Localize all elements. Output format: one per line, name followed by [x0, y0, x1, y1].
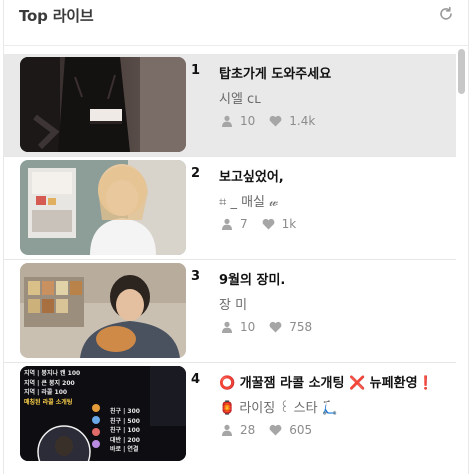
viewer-count: 7 [240, 217, 248, 231]
thumb-line: 지역 | 봉지나 캔 100 [24, 370, 81, 377]
thumb-line: 친구 | 500 [110, 417, 140, 425]
thumb-line: 지역 | 큰 봉지 200 [24, 379, 75, 387]
viewer-icon [221, 218, 233, 230]
stream-thumbnail[interactable] [20, 263, 186, 358]
list-item[interactable]: 3 9월의 장미. 장 미 10 758 [4, 260, 456, 363]
stream-stats: 10 1.4k [221, 113, 329, 129]
like-count: 605 [289, 423, 313, 437]
thumb-line: 친구 | 300 [110, 408, 140, 415]
scrollbar-thumb[interactable] [458, 49, 465, 94]
stream-title: ⭕ 개꿀잼 라콜 소개팅 ❌ 뉴페환영❗ [219, 376, 434, 391]
viewer-count: 10 [240, 320, 256, 334]
thumb-line: 바로 | 연결 [110, 446, 139, 453]
heart-icon [269, 424, 282, 436]
host-name: 시엘 ᴄʟ [219, 92, 261, 107]
stream-title: 탑초가게 도와주세요 [219, 67, 332, 82]
stream-thumbnail[interactable] [20, 57, 186, 152]
stream-stats: 7 1k [221, 216, 310, 232]
rank-number: 2 [191, 166, 201, 181]
thumb-line: 지역 | 라콜 100 [24, 389, 68, 396]
list-item[interactable]: 2 보고싶었어, ⌗ _ 매실 𝓌 7 1k [4, 157, 456, 260]
viewer-count: 28 [240, 423, 256, 437]
thumb-line: 친구 | 100 [110, 427, 140, 434]
rank-number: 1 [191, 63, 201, 78]
stream-stats: 28 605 [221, 422, 326, 438]
live-list: 1 탑초가게 도와주세요 시엘 ᴄʟ 10 1.4k 2 보고싶었어, ⌗ _ … [4, 54, 456, 466]
viewer-icon [221, 424, 233, 436]
thumbnail-menu-text: 지역 | 봉지나 캔 100 지역 | 큰 봉지 200 지역 | 라콜 100… [24, 369, 184, 455]
host-name: ⌗ _ 매실 𝓌 [219, 195, 279, 210]
like-count: 1.4k [289, 114, 316, 128]
panel-header: Top 라이브 [4, 0, 468, 46]
stream-thumbnail[interactable]: 지역 | 봉지나 캔 100 지역 | 큰 봉지 200 지역 | 라콜 100… [20, 366, 186, 461]
rank-number: 3 [191, 269, 201, 284]
heart-icon [262, 218, 275, 230]
top-live-panel: Top 라이브 1 탑초가게 도와주세요 시엘 ᴄʟ 10 1.4k 2 보고싶… [3, 0, 469, 474]
stream-title: 9월의 장미. [219, 273, 286, 288]
heart-icon [269, 115, 282, 127]
viewer-count: 10 [240, 114, 256, 128]
stream-stats: 10 758 [221, 319, 326, 335]
viewer-icon [221, 115, 233, 127]
rank-number: 4 [191, 372, 201, 387]
viewer-icon [221, 321, 233, 333]
heart-icon [269, 321, 282, 333]
scrollbar[interactable] [457, 46, 466, 474]
thumb-line: 대반 | 200 [110, 436, 140, 444]
like-count: 758 [289, 320, 313, 334]
thumb-line: 매칭된 라콜 소개팅 [24, 398, 73, 406]
panel-title: Top 라이브 [19, 7, 94, 25]
host-name: 🏮 라이징 ꒰ 스타 🛴 [219, 401, 338, 416]
list-item[interactable]: 지역 | 봉지나 캔 100 지역 | 큰 봉지 200 지역 | 라콜 100… [4, 363, 456, 466]
host-name: 장 미 [219, 298, 248, 313]
like-count: 1k [281, 217, 297, 231]
list-item[interactable]: 1 탑초가게 도와주세요 시엘 ᴄʟ 10 1.4k [4, 54, 456, 157]
stream-thumbnail[interactable] [20, 160, 186, 255]
stream-title: 보고싶었어, [219, 170, 284, 185]
refresh-icon[interactable] [438, 6, 454, 22]
